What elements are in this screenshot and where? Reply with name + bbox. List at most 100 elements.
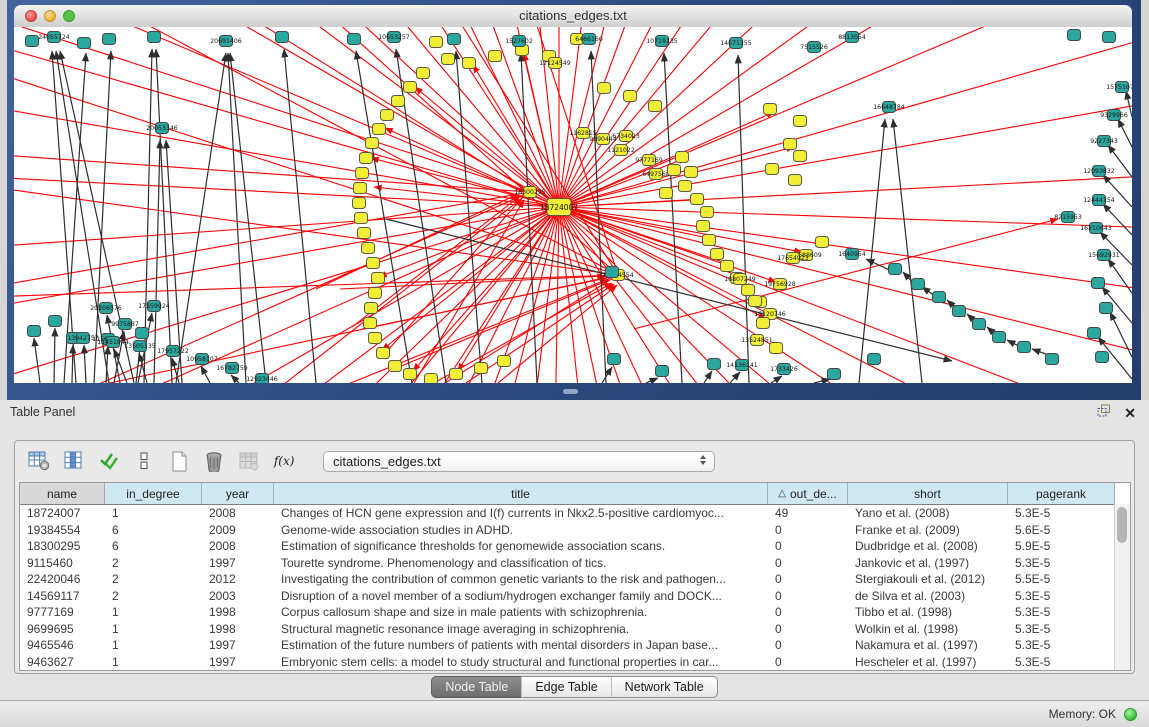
network-node[interactable] [430,37,443,48]
network-node[interactable] [365,303,378,314]
network-node[interactable] [766,164,779,175]
network-node[interactable] [973,319,986,330]
network-node[interactable] [360,153,373,164]
tab-network-table[interactable]: Network Table [611,676,718,698]
network-node[interactable] [276,32,289,43]
network-node[interactable] [78,38,91,49]
network-node[interactable] [425,374,438,384]
delete-table-icon[interactable] [202,449,226,473]
column-header-title[interactable]: title [274,483,768,504]
network-node[interactable] [721,261,734,272]
network-node[interactable] [369,333,382,344]
tab-node-table[interactable]: Node Table [431,676,521,698]
network-node[interactable] [697,221,710,232]
column-header-short[interactable]: short [848,483,1008,504]
network-node[interactable] [711,249,724,260]
network-node[interactable] [816,237,829,248]
table-row[interactable]: 1938455462009Genome-wide association stu… [20,522,1115,539]
network-node[interactable] [789,175,802,186]
select-all-icon[interactable] [97,449,121,473]
network-node[interactable] [742,285,755,296]
new-table-icon[interactable] [167,449,191,473]
network-node[interactable] [362,243,375,254]
network-node[interactable] [26,36,39,47]
network-node[interactable] [369,288,382,299]
table-row[interactable]: 911546021997Tourette syndrome. Phenomeno… [20,555,1115,572]
network-node[interactable] [392,96,405,107]
scrollbar-thumb[interactable] [1117,507,1127,543]
network-node[interactable] [28,326,41,337]
column-header-pagerank[interactable]: pagerank [1008,483,1115,504]
column-header-in_degree[interactable]: in_degree [105,483,202,504]
network-node[interactable] [679,181,692,192]
network-canvas[interactable]: 1830029519384554116281599904446734023112… [14,27,1132,383]
close-panel-icon[interactable]: ✕ [1124,407,1136,420]
network-node[interactable] [685,167,698,178]
network-node[interactable] [1103,32,1116,43]
network-node[interactable] [1100,303,1113,314]
network-node[interactable] [953,306,966,317]
network-node[interactable] [764,104,777,115]
network-node[interactable] [933,292,946,303]
network-node[interactable] [1018,342,1031,353]
network-node[interactable] [1046,354,1059,365]
tab-edge-table[interactable]: Edge Table [521,676,610,698]
network-node[interactable] [136,328,149,339]
network-node[interactable] [489,51,502,62]
table-vertical-scrollbar[interactable] [1114,504,1130,670]
network-node[interactable] [828,369,841,380]
network-node[interactable] [417,68,430,79]
network-node[interactable] [1068,30,1081,41]
table-row[interactable]: 1456911722003Disruption of a novel membe… [20,588,1115,605]
table-row[interactable]: 977716911998Corpus callosum shape and si… [20,604,1115,621]
table-row[interactable]: 1830029562008Estimation of significance … [20,538,1115,555]
network-node[interactable] [354,183,367,194]
network-node[interactable] [373,124,386,135]
network-node[interactable] [404,82,417,93]
network-node[interactable] [366,138,379,149]
network-node[interactable] [377,348,390,359]
function-builder-icon[interactable]: f(x) [272,449,296,473]
table-row[interactable]: 2242004622012Investigating the contribut… [20,571,1115,588]
network-node[interactable] [624,91,637,102]
network-node[interactable] [749,296,762,307]
network-node[interactable] [794,116,807,127]
network-node[interactable] [1096,352,1109,363]
network-node[interactable] [372,273,385,284]
network-node[interactable] [442,54,455,65]
network-node[interactable] [358,228,371,239]
network-node[interactable] [606,267,619,278]
network-node[interactable] [355,213,368,224]
network-node[interactable] [404,369,417,380]
network-canvas-svg[interactable]: 1830029519384554116281599904446734023112… [14,27,1132,383]
network-node[interactable] [676,152,689,163]
network-node[interactable] [794,151,807,162]
network-node[interactable] [912,279,925,290]
network-node[interactable] [598,83,611,94]
float-panel-icon[interactable] [1097,404,1111,422]
network-node[interactable] [348,34,361,45]
table-selector-dropdown[interactable]: citations_edges.txt [323,451,715,472]
network-node[interactable] [381,110,394,121]
network-node[interactable] [608,354,621,365]
table-row[interactable]: 946554611997Estimation of the future num… [20,637,1115,654]
column-header-name[interactable]: name [20,483,105,504]
table-row[interactable]: 946362711997Embryonic stem cells: a mode… [20,654,1115,671]
network-node[interactable] [103,34,116,45]
table-settings-icon[interactable] [27,449,51,473]
network-node[interactable] [784,139,797,150]
network-node[interactable] [1092,278,1105,289]
column-header-out_degree[interactable]: △out_de... [768,483,848,504]
network-node[interactable] [770,343,783,354]
stacked-rows-icon[interactable] [132,449,156,473]
network-node[interactable] [660,188,673,199]
table-row[interactable]: 969969511998Structural magnetic resonanc… [20,621,1115,638]
network-node[interactable] [656,366,669,377]
network-node[interactable] [691,194,704,205]
network-node[interactable] [448,34,461,45]
network-node[interactable] [389,361,402,372]
network-node[interactable] [450,369,463,380]
panel-divider-grip[interactable] [563,389,578,394]
show-column-icon[interactable] [62,449,86,473]
network-node[interactable] [993,332,1006,343]
